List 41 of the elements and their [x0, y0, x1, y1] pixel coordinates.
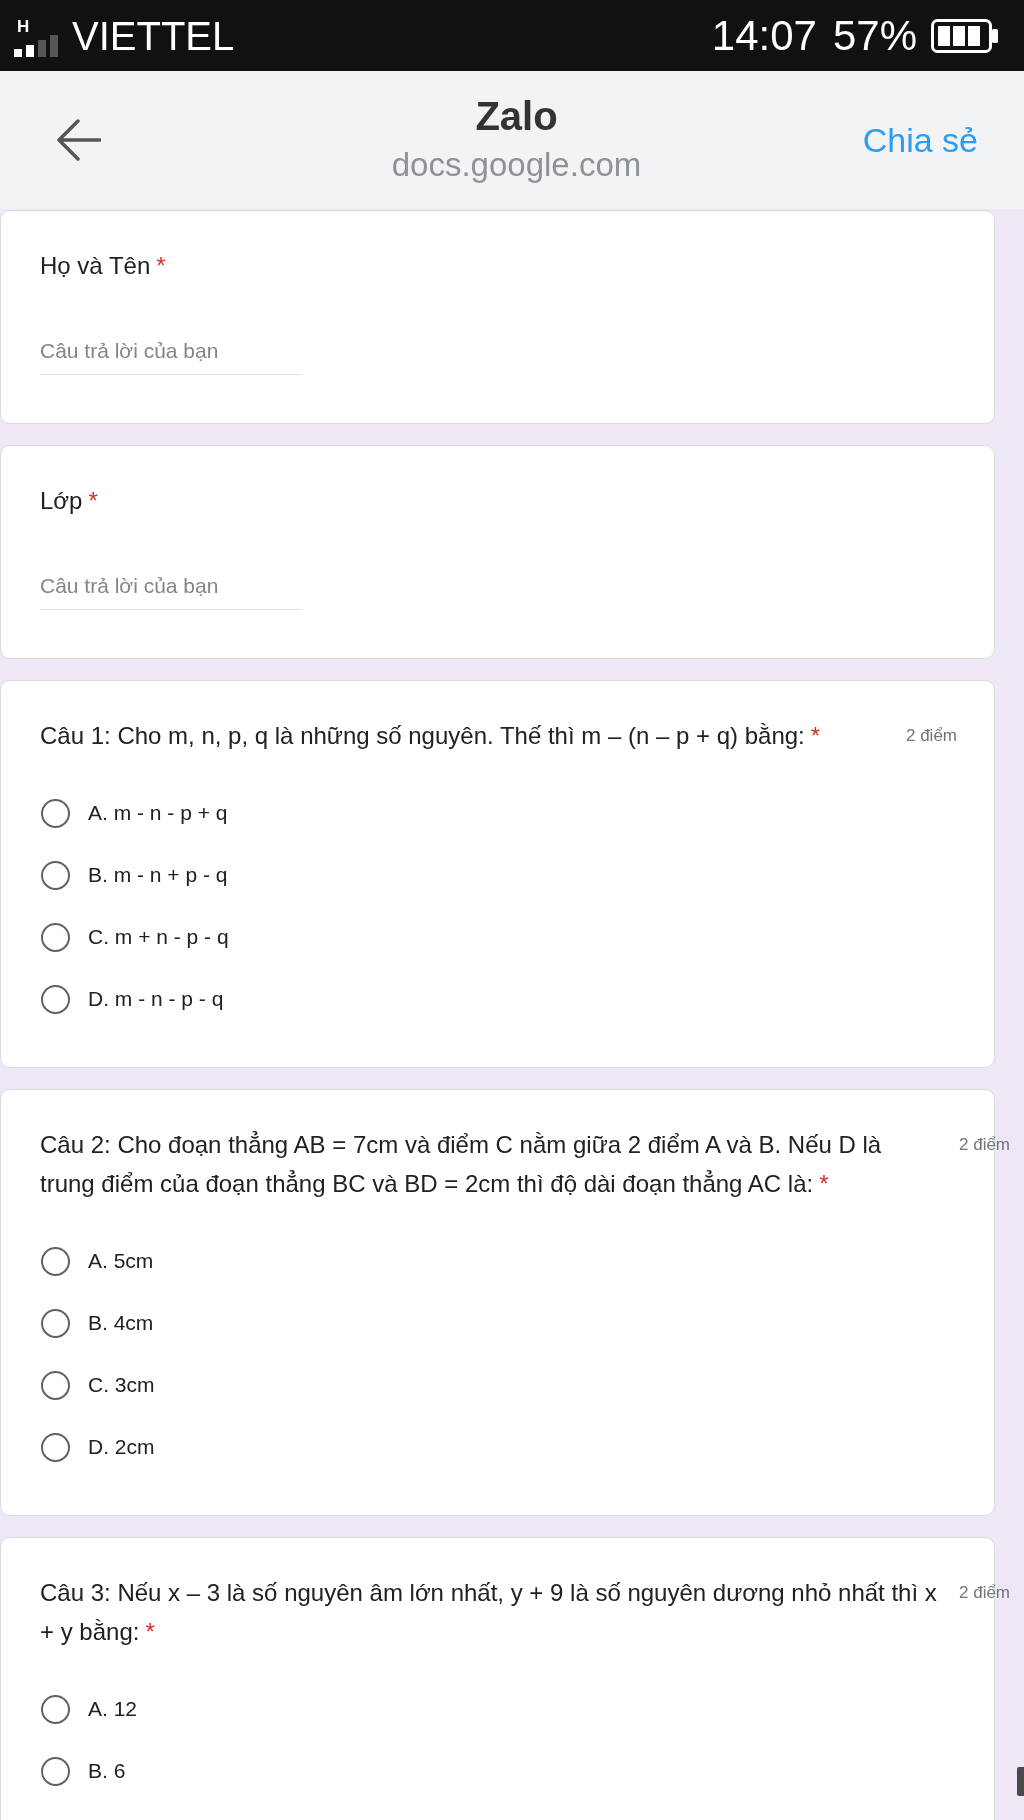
points-label: 2 điểm: [958, 1582, 1011, 1604]
radio-button[interactable]: [41, 1432, 70, 1462]
battery-percent: 57%: [832, 12, 917, 59]
radio-button[interactable]: [41, 984, 70, 1014]
radio-button[interactable]: [41, 1246, 70, 1276]
field-label: Họ và Tên *: [40, 251, 166, 281]
radio-button[interactable]: [41, 1370, 70, 1400]
option-label[interactable]: B. 4cm: [88, 1310, 154, 1336]
option-label[interactable]: A. 5cm: [88, 1248, 154, 1274]
option-label[interactable]: B. 6: [88, 1758, 126, 1784]
page-title: Zalo: [475, 94, 558, 138]
radio-button[interactable]: [41, 1694, 70, 1724]
radio-button[interactable]: [41, 1756, 70, 1786]
carrier-name: VIETTEL: [72, 12, 235, 59]
option-label[interactable]: C. m + n - p - q: [88, 924, 229, 950]
option-label[interactable]: C. 3cm: [88, 1372, 155, 1398]
clock-time: 14:07: [711, 12, 817, 59]
option-label[interactable]: A. m - n - p + q: [88, 800, 228, 826]
signal-icon: [14, 35, 60, 57]
radio-button[interactable]: [41, 922, 70, 952]
radio-button[interactable]: [41, 798, 70, 828]
radio-button[interactable]: [41, 1308, 70, 1338]
points-label: 2 điểm: [904, 725, 957, 747]
field-label: Lớp *: [40, 486, 98, 516]
points-label: 2 điểm: [958, 1134, 1011, 1156]
option-label[interactable]: B. m - n + p - q: [88, 862, 228, 888]
question-title: Câu 3: Nếu x – 3 là số nguyên âm lớn nhất, y + 9 là số nguyên dương nhỏ nhất thì x + y bằng: *: [40, 1578, 938, 1647]
answer-field[interactable]: Câu trả lời của bạn: [40, 562, 302, 610]
question-title: Câu 2: Cho đoạn thẳng AB = 7cm và điểm C nằm giữa 2 điểm A và B. Nếu D là trung điểm của đoạn thẳng BC và BD = 2cm thì độ dài đoạn thẳng AC là: *: [40, 1130, 883, 1199]
radio-button[interactable]: [41, 860, 70, 890]
battery-icon: [931, 18, 998, 53]
option-label[interactable]: D. m - n - p - q: [88, 986, 224, 1012]
option-label[interactable]: D. 2cm: [88, 1434, 155, 1460]
question-title: Câu 1: Cho m, n, p, q là những số nguyên. Thế thì m – (n – p + q) bằng: *: [40, 721, 821, 751]
back-arrow-icon: [55, 118, 101, 162]
back-button[interactable]: [55, 118, 101, 162]
option-label[interactable]: A. 12: [88, 1696, 138, 1722]
answer-field[interactable]: Câu trả lời của bạn: [40, 327, 302, 375]
site-url: docs.google.com: [391, 145, 642, 185]
scrollbar-thumb: [1017, 1767, 1024, 1796]
network-type-label: H: [17, 18, 30, 35]
